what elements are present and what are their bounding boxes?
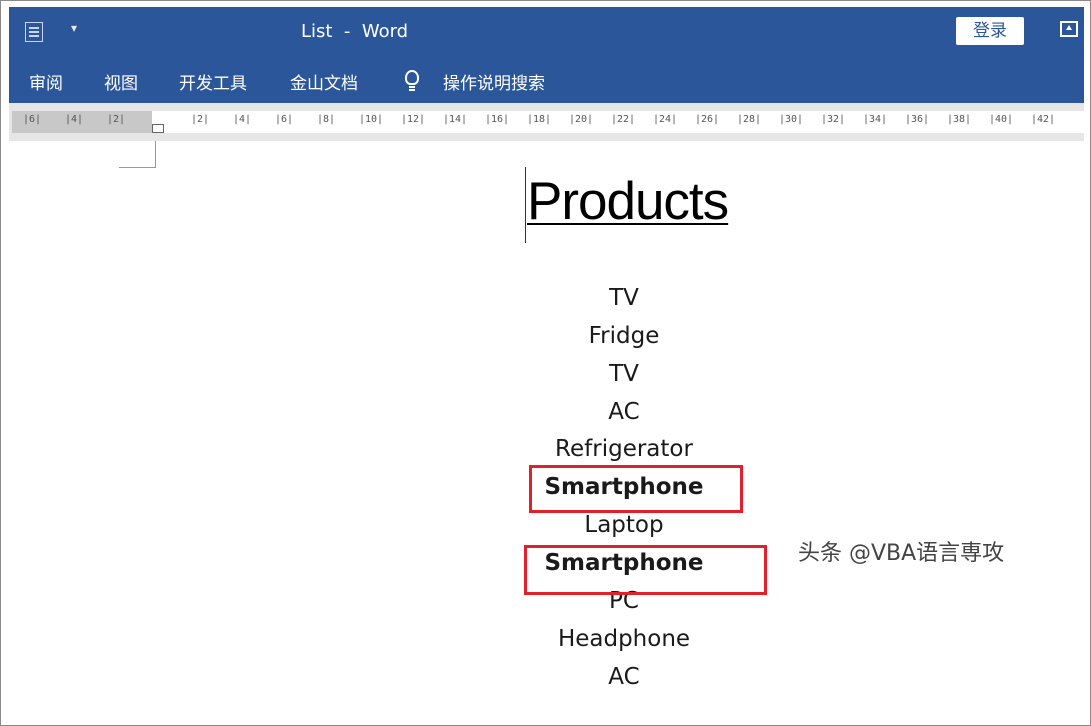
ruler-number: |16|	[485, 114, 510, 125]
ruler-number: |42|	[1031, 114, 1056, 125]
ruler-number: |30|	[779, 114, 804, 125]
window-title: List - Word	[301, 21, 409, 42]
ruler-number: |10|	[359, 114, 384, 125]
word-window: ▾ List - Word 登录 审阅 视图 开发工具 金山文档 操作说明搜索 …	[0, 0, 1091, 726]
ruler-number: |24|	[653, 114, 678, 125]
left-indent-marker[interactable]	[152, 124, 164, 133]
tab-view[interactable]: 视图	[104, 69, 138, 94]
highlight-box	[529, 465, 743, 513]
ruler-number: |36|	[905, 114, 930, 125]
tab-developer[interactable]: 开发工具	[179, 69, 247, 94]
ruler-number: |4|	[233, 114, 252, 125]
ribbon-tab-bar: 审阅 视图 开发工具 金山文档 操作说明搜索	[9, 57, 1084, 103]
watermark: 头条 @VBA语言専攻	[798, 541, 1005, 566]
list-item[interactable]: AC	[474, 664, 774, 690]
ruler-number: |8|	[317, 114, 336, 125]
first-line-indent-marker[interactable]	[152, 111, 164, 120]
ruler-number: |20|	[569, 114, 594, 125]
ruler-number: |2|	[191, 114, 210, 125]
tab-review[interactable]: 审阅	[29, 69, 63, 94]
ruler-number: |6|	[23, 114, 42, 125]
tell-me-search[interactable]: 操作说明搜索	[443, 69, 545, 94]
horizontal-ruler[interactable]: |6| |4| |2| |2| |4| |6| |8| |10| |12| |14| |16| |18…	[12, 111, 1084, 133]
ruler-number: |6|	[275, 114, 294, 125]
lightbulb-icon[interactable]	[405, 70, 419, 91]
ruler-number: |26|	[695, 114, 720, 125]
title-bar: ▾ List - Word 登录	[9, 7, 1084, 57]
ruler-number: |18|	[527, 114, 552, 125]
document-list-icon[interactable]	[25, 22, 43, 42]
ruler-number: |4|	[65, 114, 84, 125]
list-item[interactable]: Headphone	[474, 626, 774, 652]
ruler-number: |32|	[821, 114, 846, 125]
list-item[interactable]: Fridge	[474, 323, 774, 349]
ruler-number: |14|	[443, 114, 468, 125]
text-cursor	[525, 167, 526, 243]
ruler-number: |28|	[737, 114, 762, 125]
ruler-number: |12|	[401, 114, 426, 125]
list-item[interactable]: Refrigerator	[474, 436, 774, 462]
ribbon-display-options-icon[interactable]	[1060, 21, 1078, 37]
ruler-number: |38|	[947, 114, 972, 125]
tab-kingsoft-docs[interactable]: 金山文档	[290, 69, 358, 94]
quick-access-dropdown-icon[interactable]: ▾	[71, 21, 77, 35]
login-button[interactable]: 登录	[956, 17, 1024, 45]
ruler-number: |2|	[107, 114, 126, 125]
document-page[interactable]: Products TV Fridge TV AC Refrigerator Sm…	[9, 141, 1084, 725]
list-item[interactable]: TV	[474, 285, 774, 311]
document-heading[interactable]: Products	[527, 171, 729, 232]
list-item[interactable]: AC	[474, 399, 774, 425]
ruler-area: |6| |4| |2| |2| |4| |6| |8| |10| |12| |14| |16| |18…	[9, 103, 1084, 141]
ruler-number: |40|	[989, 114, 1014, 125]
highlight-box	[524, 545, 767, 595]
ruler-number: |22|	[611, 114, 636, 125]
list-item[interactable]: TV	[474, 361, 774, 387]
ruler-number: |34|	[863, 114, 888, 125]
list-item[interactable]: Laptop	[474, 512, 774, 538]
margin-corner-mark	[119, 141, 156, 168]
